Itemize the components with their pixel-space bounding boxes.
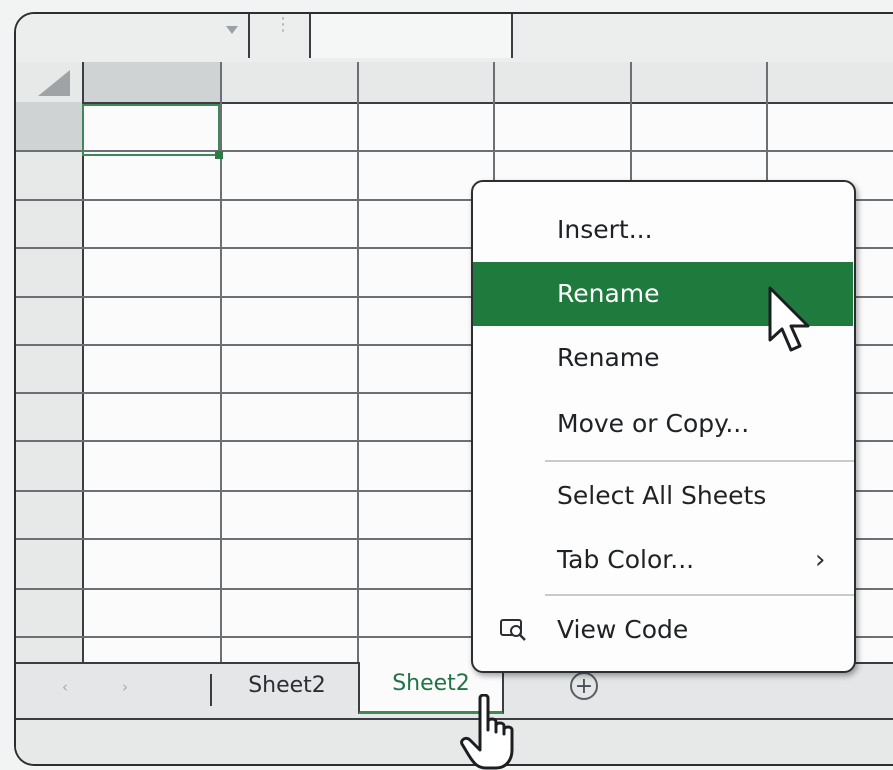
tab-scroll-left-icon[interactable]: ‹ (62, 678, 68, 696)
menu-item-label: View Code (557, 615, 689, 644)
submenu-chevron-icon: › (815, 545, 826, 575)
select-all-button[interactable] (16, 62, 84, 102)
sheet-context-menu: Insert... Rename Rename Move or Copy... … (471, 180, 856, 673)
formula-input[interactable] (309, 14, 513, 58)
menu-item-select-all-sheets[interactable]: Select All Sheets (473, 464, 853, 528)
formula-bar-grip-icon: ⋮ (274, 14, 292, 35)
menu-item-insert[interactable]: Insert... (473, 198, 853, 262)
menu-item-tab-color[interactable]: Tab Color... › (473, 528, 853, 592)
arrow-cursor-icon (768, 286, 810, 352)
menu-item-label: Rename (557, 279, 660, 308)
fill-handle[interactable] (215, 151, 223, 159)
add-sheet-icon[interactable]: + (570, 672, 598, 700)
view-code-icon (500, 619, 526, 641)
column-headers (16, 62, 893, 104)
menu-separator (545, 594, 854, 596)
dropdown-arrow-icon[interactable] (226, 26, 238, 34)
status-bar (16, 718, 893, 764)
tab-scroll-right-icon[interactable]: › (122, 678, 128, 696)
column-header-a[interactable] (82, 62, 220, 102)
menu-item-move-or-copy[interactable]: Move or Copy... (473, 392, 853, 456)
menu-item-label: Move or Copy... (557, 409, 750, 438)
grid-line (357, 62, 359, 674)
name-box[interactable] (16, 14, 250, 58)
formula-bar: ⋮ (16, 14, 893, 64)
menu-item-label: Tab Color... (557, 545, 695, 574)
hand-cursor-icon (460, 694, 514, 770)
select-all-corner-icon (38, 70, 70, 96)
menu-item-label: Insert... (557, 215, 653, 244)
tab-divider (210, 674, 212, 706)
row-header-1[interactable] (16, 102, 82, 150)
menu-item-view-code[interactable]: View Code (473, 598, 853, 662)
active-cell-a1[interactable] (82, 104, 220, 156)
menu-item-label: Rename (557, 343, 660, 372)
sheet-tab[interactable]: Sheet2 (216, 664, 358, 712)
menu-separator (545, 460, 854, 462)
menu-item-label: Select All Sheets (557, 481, 767, 510)
